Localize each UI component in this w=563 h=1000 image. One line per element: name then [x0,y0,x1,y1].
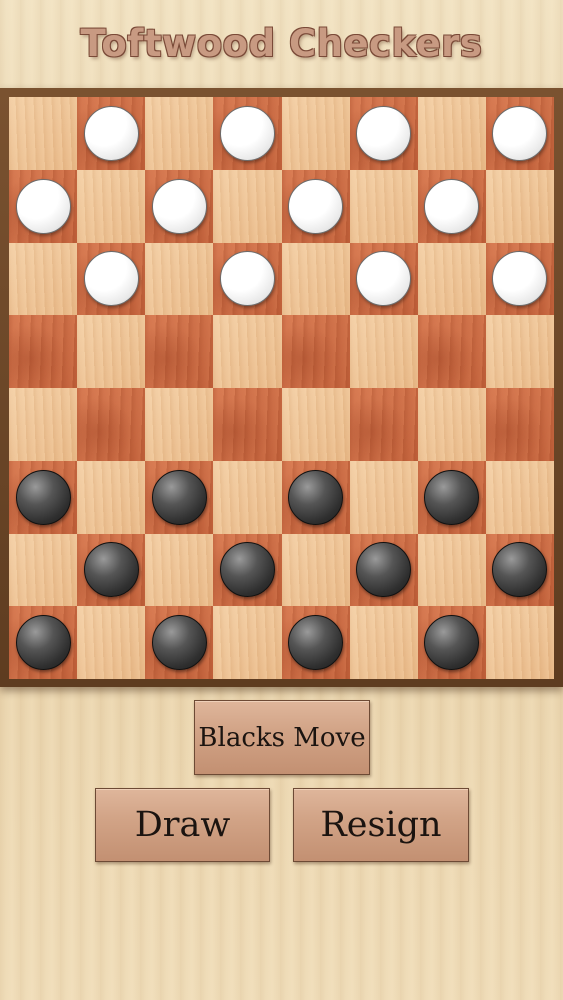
board-square-r6c2[interactable] [145,533,214,607]
board-square-r5c2[interactable] [145,460,214,534]
white-checker-piece[interactable] [492,105,548,161]
board-square-r1c5[interactable] [349,169,418,243]
board-square-r6c5[interactable] [349,533,418,607]
draw-button[interactable]: Draw [95,788,270,862]
board-square-r0c1[interactable] [77,97,146,170]
board-square-r6c3[interactable] [213,533,282,607]
black-checker-piece[interactable] [424,615,480,671]
black-checker-piece[interactable] [151,615,207,671]
board-square-r2c5[interactable] [349,242,418,316]
board-square-r0c5[interactable] [349,97,418,170]
board-square-r5c4[interactable] [281,460,350,534]
board-square-r5c6[interactable] [417,460,486,534]
board-square-r2c0[interactable] [9,242,78,316]
board-square-r2c2[interactable] [145,242,214,316]
board-square-r4c6[interactable] [417,388,486,461]
board-square-r7c3[interactable] [213,606,282,679]
white-checker-piece[interactable] [151,178,207,234]
board-square-r4c4[interactable] [281,388,350,461]
board-square-r3c5[interactable] [349,315,418,388]
board-square-r0c2[interactable] [145,97,214,170]
board-square-r2c6[interactable] [417,242,486,316]
board-square-r4c7[interactable] [485,388,554,461]
board-square-r1c0[interactable] [9,169,78,243]
board-square-r2c3[interactable] [213,242,282,316]
board-square-r1c4[interactable] [281,169,350,243]
white-checker-piece[interactable] [356,251,412,307]
black-checker-piece[interactable] [15,615,71,671]
board-square-r0c0[interactable] [9,97,78,170]
board-square-r1c7[interactable] [485,169,554,243]
board-square-r7c0[interactable] [9,606,78,679]
board-square-r7c5[interactable] [349,606,418,679]
board-square-r0c4[interactable] [281,97,350,170]
board-square-r4c1[interactable] [77,388,146,461]
board-square-r5c0[interactable] [9,460,78,534]
board-square-r1c3[interactable] [213,169,282,243]
black-checker-piece[interactable] [356,542,412,598]
board-square-r3c1[interactable] [77,315,146,388]
black-checker-piece[interactable] [83,542,139,598]
board-square-r3c6[interactable] [417,315,486,388]
white-checker-piece[interactable] [219,251,275,307]
board-square-r0c3[interactable] [213,97,282,170]
board-square-r7c4[interactable] [281,606,350,679]
board-square-r3c3[interactable] [213,315,282,388]
board-square-r7c6[interactable] [417,606,486,679]
black-checker-piece[interactable] [424,469,480,525]
board-square-r5c5[interactable] [349,460,418,534]
white-checker-piece[interactable] [83,251,139,307]
board-square-r6c6[interactable] [417,533,486,607]
black-checker-piece[interactable] [288,469,344,525]
board-frame [0,88,563,687]
board-square-r5c1[interactable] [77,460,146,534]
white-checker-piece[interactable] [356,105,412,161]
white-checker-piece[interactable] [288,178,344,234]
white-checker-piece[interactable] [424,178,480,234]
turn-status-button[interactable]: Blacks Move [194,700,370,775]
board-square-r2c1[interactable] [77,242,146,316]
board-square-r4c0[interactable] [9,388,78,461]
black-checker-piece[interactable] [288,615,344,671]
board-square-r4c3[interactable] [213,388,282,461]
board-square-r3c7[interactable] [485,315,554,388]
board-square-r0c7[interactable] [485,97,554,170]
board-square-r7c2[interactable] [145,606,214,679]
white-checker-piece[interactable] [492,251,548,307]
white-checker-piece[interactable] [83,105,139,161]
black-checker-piece[interactable] [219,542,275,598]
board-square-r6c4[interactable] [281,533,350,607]
board-square-r2c4[interactable] [281,242,350,316]
board-square-r5c7[interactable] [485,460,554,534]
black-checker-piece[interactable] [151,469,207,525]
board-square-r5c3[interactable] [213,460,282,534]
board-square-r4c2[interactable] [145,388,214,461]
board-square-r0c6[interactable] [417,97,486,170]
board-square-r4c5[interactable] [349,388,418,461]
board-square-r3c4[interactable] [281,315,350,388]
board-square-r7c1[interactable] [77,606,146,679]
board-square-r1c2[interactable] [145,169,214,243]
board-square-r6c0[interactable] [9,533,78,607]
black-checker-piece[interactable] [15,469,71,525]
board-square-r7c7[interactable] [485,606,554,679]
white-checker-piece[interactable] [219,105,275,161]
black-checker-piece[interactable] [492,542,548,598]
resign-button[interactable]: Resign [293,788,469,862]
app-title: Toftwood Checkers [80,22,483,65]
board-square-r1c1[interactable] [77,169,146,243]
board-square-r6c1[interactable] [77,533,146,607]
board-square-r1c6[interactable] [417,169,486,243]
board-square-r3c0[interactable] [9,315,78,388]
board-square-r6c7[interactable] [485,533,554,607]
checkers-board[interactable] [9,97,554,679]
white-checker-piece[interactable] [15,178,71,234]
board-square-r2c7[interactable] [485,242,554,316]
board-square-r3c2[interactable] [145,315,214,388]
